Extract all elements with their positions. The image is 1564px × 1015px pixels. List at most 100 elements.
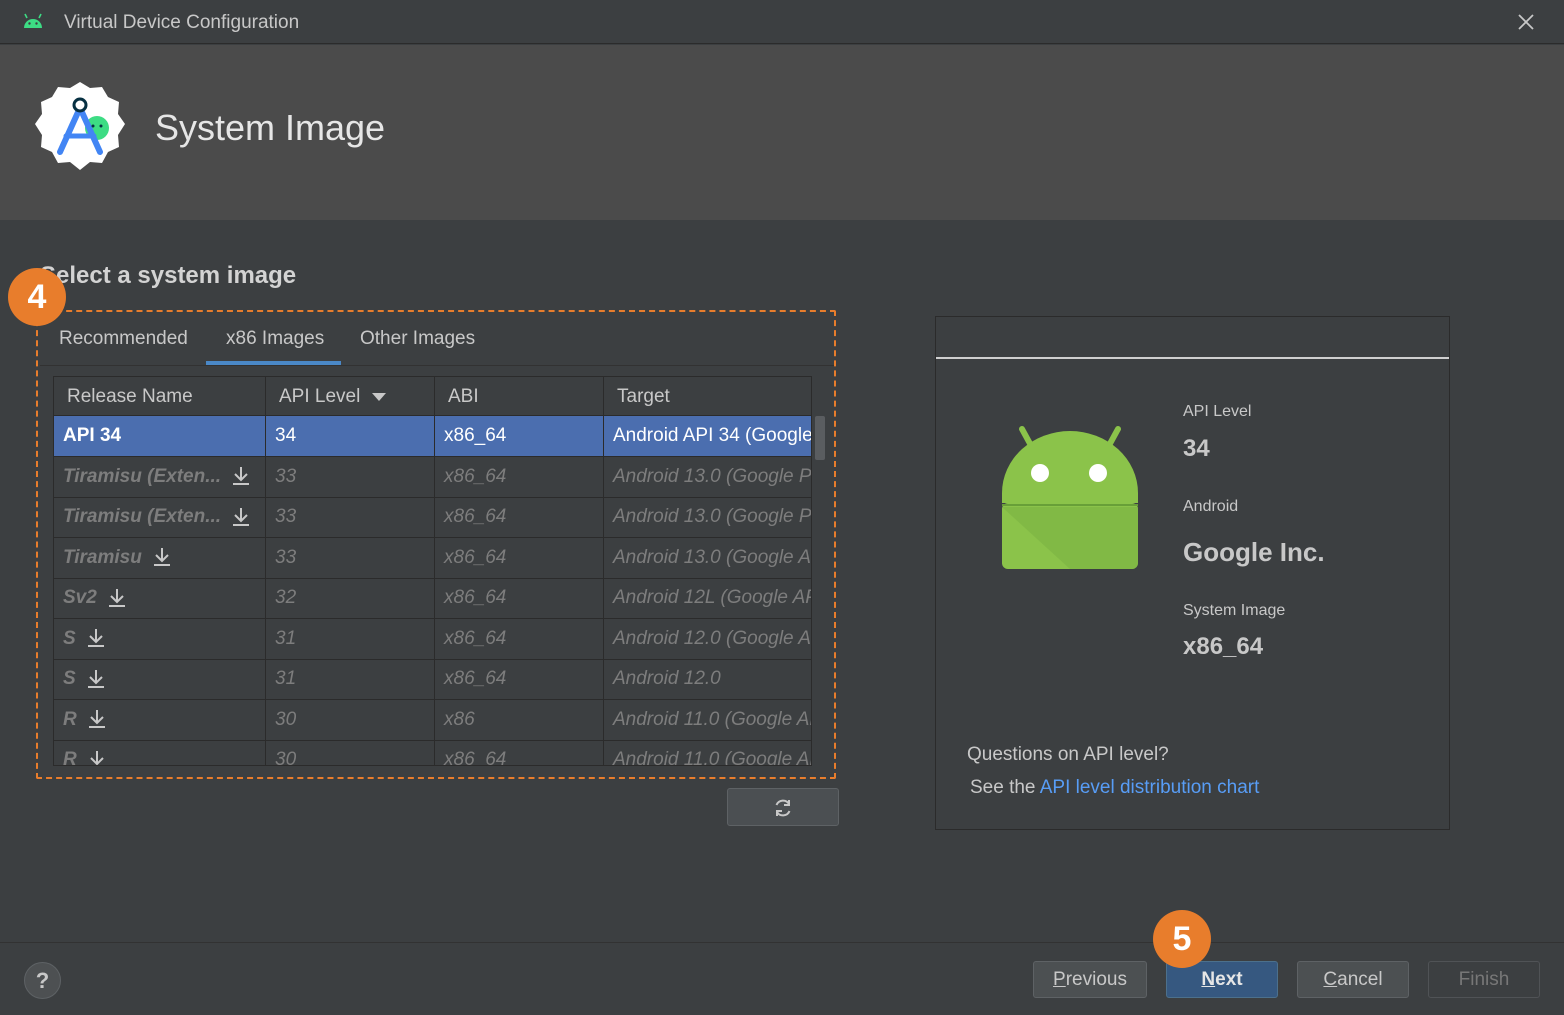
- tab-other-images[interactable]: Other Images: [360, 328, 475, 350]
- see-prefix: See the: [970, 777, 1040, 798]
- step-4-badge: 4: [8, 268, 66, 326]
- tab-x86-images[interactable]: x86 Images: [226, 328, 324, 350]
- cell-text: 32: [275, 587, 297, 608]
- step-5-badge: 5: [1153, 910, 1211, 968]
- finish-button[interactable]: Finish: [1428, 961, 1540, 998]
- cell-api: 30: [266, 740, 435, 766]
- cell-text: S: [63, 627, 76, 649]
- table-row[interactable]: API 34 34 x86_64 Android API 34 (Google: [54, 416, 812, 457]
- refresh-icon: [775, 799, 791, 817]
- cell-target: Android 12L (Google API: [604, 578, 812, 618]
- cell-api: 31: [266, 659, 435, 699]
- column-header-abi[interactable]: ABI: [435, 377, 604, 416]
- table-row[interactable]: Tiramisu 33 x86_64 Android 13.0 (Google AP: [54, 537, 812, 579]
- cell-text: Sv2: [63, 587, 97, 608]
- download-icon[interactable]: [87, 708, 107, 730]
- refresh-button[interactable]: [727, 788, 839, 826]
- download-icon[interactable]: [86, 668, 106, 690]
- cell-name: Tiramisu (Exten...: [54, 456, 266, 497]
- cell-text: 30: [275, 749, 297, 766]
- table-row[interactable]: Tiramisu (Exten... 33 x86_64 Android 13.0 (…: [54, 456, 811, 498]
- cell-name: Sv2: [54, 578, 266, 618]
- tab-bar: Recommended x86 Images Other Images: [40, 316, 834, 366]
- cell-text: Android 12.0 (Google AP: [613, 627, 812, 649]
- cell-api: 30: [266, 699, 435, 740]
- help-button[interactable]: ?: [24, 962, 61, 999]
- cell-target: Android 12.0 (Google AP: [604, 619, 812, 659]
- cell-text: 34: [275, 425, 297, 446]
- cell-target: Android API 34 (Google: [604, 416, 812, 456]
- cell-text: 31: [275, 627, 297, 649]
- cell-text: 33: [275, 546, 297, 568]
- cell-target: Android 12.0: [604, 659, 811, 699]
- tab-recommended[interactable]: Recommended: [59, 328, 188, 350]
- cell-text: x86_64: [444, 627, 507, 649]
- cell-abi: x86: [435, 699, 604, 740]
- cell-target: Android 13.0 (Google Pla: [604, 497, 812, 537]
- android-vendor-value: Google Inc.: [1183, 537, 1325, 567]
- cell-abi: x86_64: [435, 537, 604, 578]
- download-icon[interactable]: [231, 465, 251, 487]
- cell-text: 31: [275, 668, 297, 689]
- cell-text: R: [63, 708, 77, 730]
- table-header: Release Name API Level ABI Target: [54, 377, 811, 416]
- column-header-target[interactable]: Target: [604, 377, 811, 416]
- cell-text: x86_64: [444, 465, 507, 487]
- cell-name: R: [54, 740, 266, 766]
- cell-abi: x86_64: [435, 618, 604, 659]
- cell-text: x86_64: [444, 506, 507, 527]
- cell-target: Android 11.0 (Google AP: [604, 700, 811, 740]
- table-row[interactable]: S 31 x86_64 Android 12.0 (Google AP: [54, 618, 812, 660]
- column-header-api-level[interactable]: API Level: [266, 377, 435, 416]
- previous-button[interactable]: Previous: [1033, 961, 1147, 998]
- cell-abi: x86_64: [435, 659, 604, 699]
- cell-api: 33: [266, 537, 435, 578]
- table-scrollbar[interactable]: [813, 376, 827, 766]
- sort-descending-icon: [372, 392, 387, 401]
- close-icon[interactable]: [1514, 10, 1538, 34]
- column-label: Release Name: [67, 386, 193, 407]
- download-icon[interactable]: [86, 627, 106, 649]
- cell-text: Android API 34 (Google: [613, 425, 812, 446]
- table-row[interactable]: S 31 x86_64 Android 12.0: [54, 659, 811, 700]
- cell-api: 33: [266, 497, 435, 537]
- download-icon[interactable]: [87, 749, 107, 766]
- cell-text: Tiramisu (Exten...: [63, 465, 222, 487]
- column-header-release-name[interactable]: Release Name: [54, 377, 266, 416]
- page-title: System Image: [155, 107, 386, 148]
- cell-text: x86: [444, 708, 475, 730]
- cancel-button[interactable]: Cancel: [1297, 961, 1409, 998]
- table-row[interactable]: R 30 x86 Android 11.0 (Google AP: [54, 699, 811, 741]
- cell-target: Android 11.0 (Google AP: [604, 740, 811, 765]
- cell-name: S: [54, 659, 266, 699]
- table-row[interactable]: Tiramisu (Exten... 33 x86_64 Android 13.0 (…: [54, 497, 812, 538]
- cell-text: S: [63, 668, 76, 689]
- download-icon[interactable]: [107, 587, 127, 609]
- cell-api: 32: [266, 578, 435, 618]
- api-distribution-link[interactable]: API level distribution chart: [1040, 777, 1260, 798]
- cell-text: x86_64: [444, 749, 507, 766]
- cell-api: 34: [266, 416, 435, 456]
- wizard-header: System Image: [0, 45, 1564, 220]
- table-row[interactable]: R 30 x86_64 Android 11.0 (Google AP: [54, 740, 811, 766]
- cell-text: x86_64: [444, 587, 507, 608]
- cell-text: Android 12L (Google API: [613, 587, 812, 608]
- cell-abi: x86_64: [435, 578, 604, 618]
- active-tab-indicator: [206, 361, 341, 365]
- download-icon[interactable]: [152, 546, 172, 568]
- cell-text: x86_64: [444, 546, 507, 568]
- system-image-table: Release Name API Level ABI Target API 34…: [53, 376, 812, 766]
- table-row[interactable]: Sv2 32 x86_64 Android 12L (Google API: [54, 578, 812, 619]
- cell-abi: x86_64: [435, 497, 604, 537]
- title-bar: Virtual Device Configuration: [0, 0, 1564, 44]
- cell-text: R: [63, 749, 77, 766]
- cell-text: Android 13.0 (Google Pla: [613, 506, 812, 527]
- api-level-value: 34: [1183, 435, 1210, 462]
- download-icon[interactable]: [231, 506, 251, 528]
- scrollbar-thumb[interactable]: [815, 416, 825, 460]
- cell-api: 33: [266, 456, 435, 497]
- android-studio-logo-icon: [35, 82, 125, 170]
- column-label: Target: [617, 386, 670, 407]
- cell-text: Android 13.0 (Google AP: [613, 546, 812, 568]
- panel-divider: [936, 357, 1449, 359]
